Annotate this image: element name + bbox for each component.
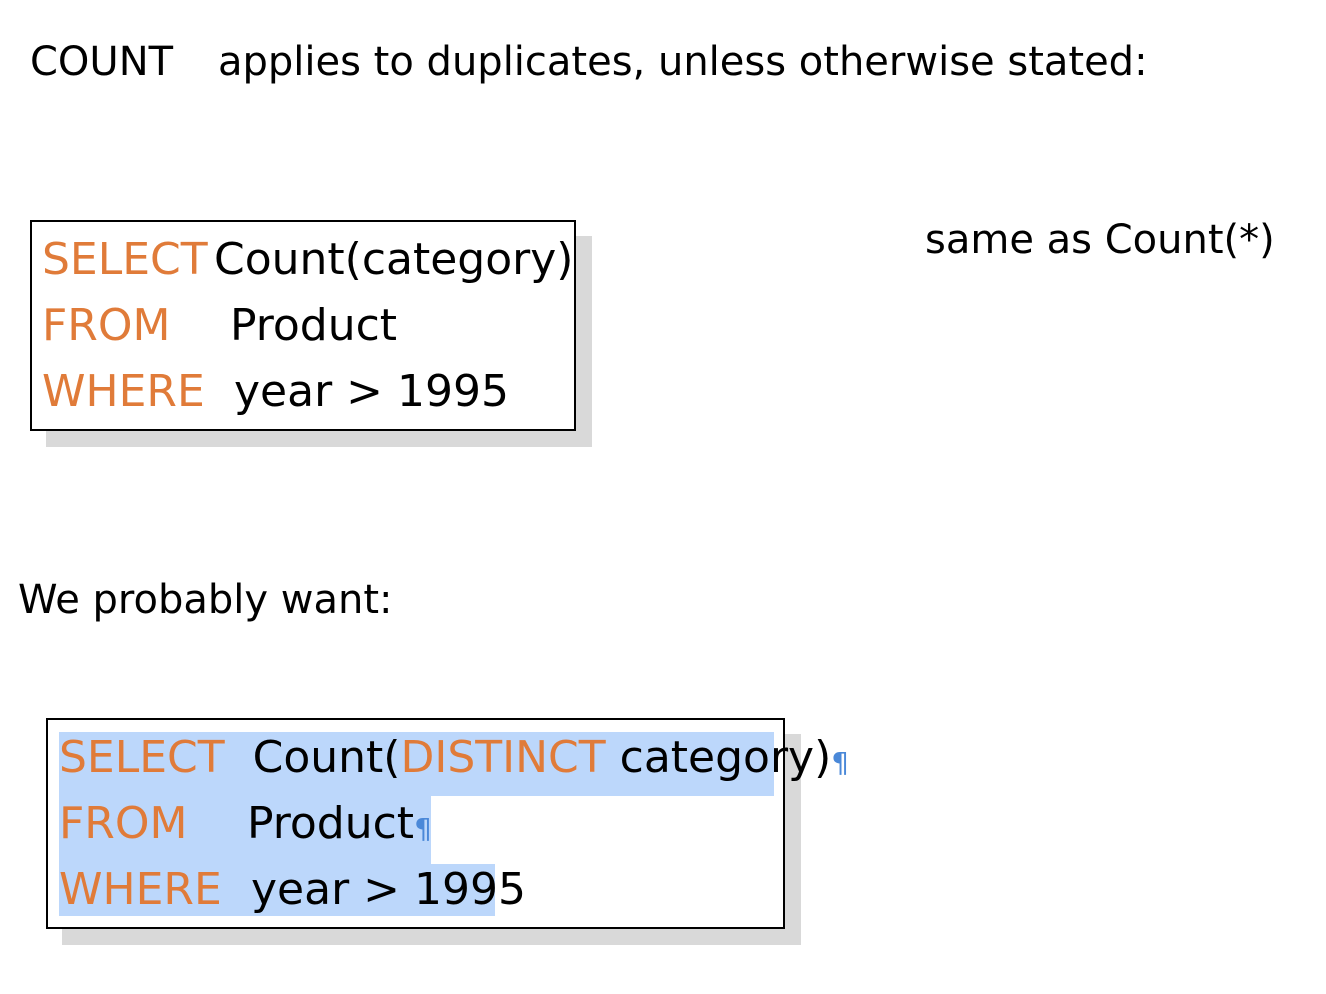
query2-from-line: Product¶ <box>247 802 432 846</box>
query2-count-open: Count( <box>252 732 401 783</box>
paragraph-mark-1: ¶ <box>831 746 850 779</box>
query2-select-keyword: SELECT <box>59 732 225 783</box>
query2-where-keyword: WHERE <box>59 864 222 915</box>
query1-select-keyword: SELECT <box>42 234 208 285</box>
query2-line1: SELECT Count(DISTINCT category)¶ <box>59 736 849 780</box>
query1-from-table: Product <box>230 300 398 351</box>
query-box-1: SELECT Count(category) FROM Product WHER… <box>30 220 576 431</box>
query2-from-table: Product <box>247 798 415 849</box>
query2-where-condition: year > 1995 <box>251 864 526 915</box>
query2-from-keyword: FROM <box>59 798 188 849</box>
paragraph-mark-2: ¶ <box>414 812 432 845</box>
query1-where-keyword: WHERE <box>42 366 205 417</box>
intro-text: applies to duplicates, unless otherwise … <box>218 39 1148 85</box>
query-box-2: SELECT Count(DISTINCT category)¶ FROM Pr… <box>46 718 849 929</box>
intro-keyword: COUNT <box>30 39 174 85</box>
query1-where-condition: year > 1995 <box>234 366 509 417</box>
transition-text: We probably want: <box>18 577 393 623</box>
query2-select-rest: category) <box>605 732 832 783</box>
side-note: same as Count(*) <box>925 217 1275 263</box>
query1-from-keyword: FROM <box>42 300 171 351</box>
query2-distinct-keyword: DISTINCT <box>400 732 606 783</box>
query1-select-expression: Count(category) <box>214 234 574 285</box>
